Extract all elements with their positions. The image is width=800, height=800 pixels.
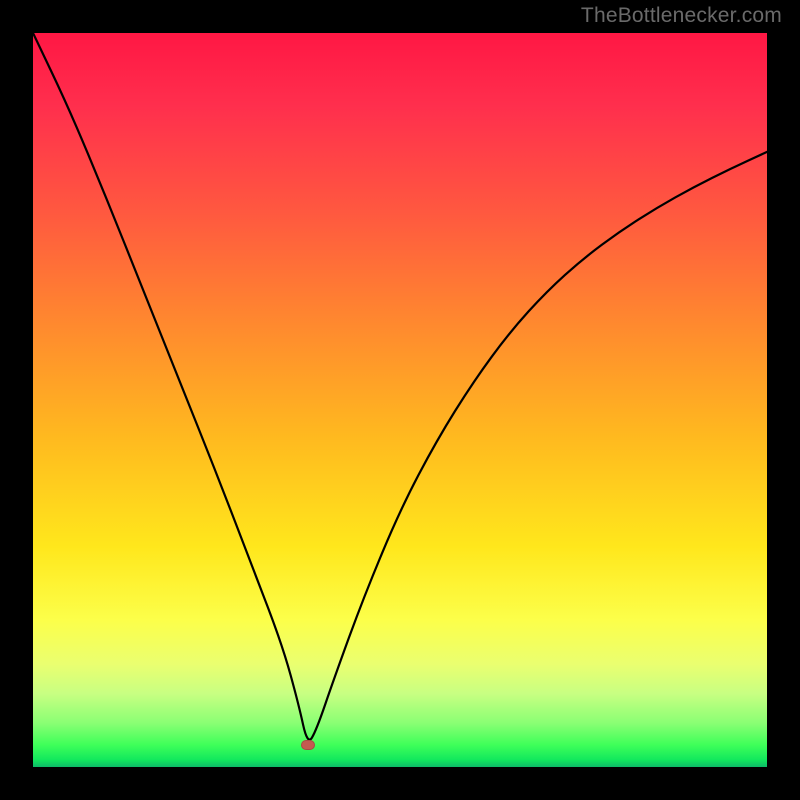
curve-layer — [33, 33, 767, 767]
chart-frame: TheBottlenecker.com — [0, 0, 800, 800]
optimum-marker — [301, 740, 315, 750]
bottleneck-curve — [33, 33, 767, 740]
watermark-text: TheBottlenecker.com — [581, 4, 782, 28]
plot-area — [33, 33, 767, 767]
